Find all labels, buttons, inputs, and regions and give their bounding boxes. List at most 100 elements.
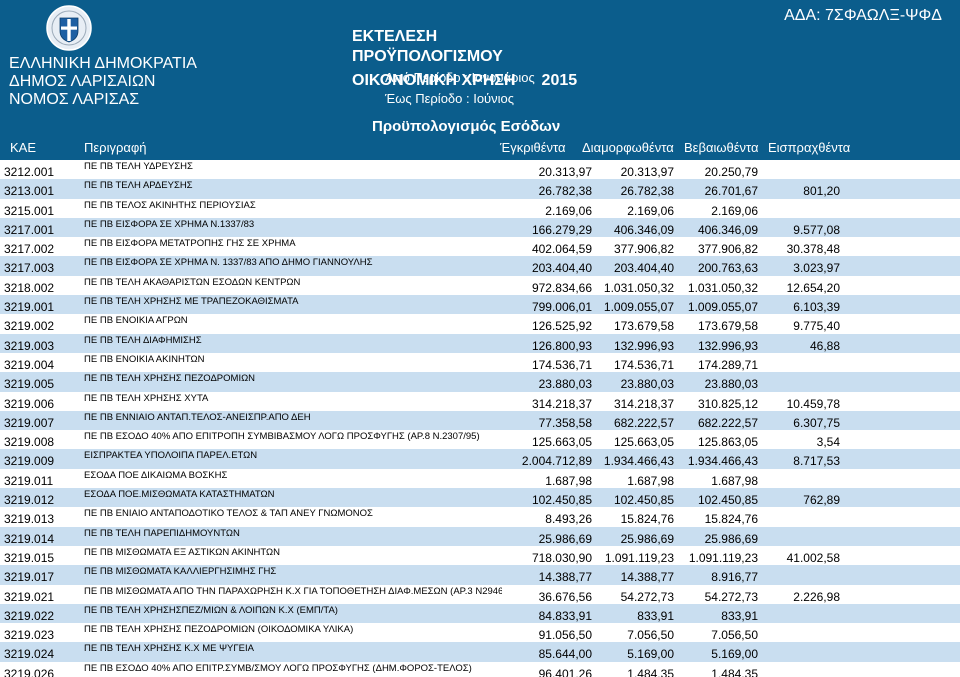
row-certified: 54.272,73 (704, 589, 758, 604)
row-certified: 20.250,79 (704, 165, 758, 179)
row-description: ΠΕ ΠΒ ΜΙΣΘΩΜΑΤΑ ΕΞ ΑΣΤΙΚΩΝ ΑΚΙΝΗΤΩΝ (84, 546, 281, 558)
table-row: 3219.022 ΠΕ ΠΒ ΤΕΛΗ ΧΡΗΣΗΣΠΕΖ/ΜΙΩΝ & ΛΟΙΠ… (0, 603, 960, 624)
row-description: ΠΕ ΠΒ ΤΕΛΗ ΧΡΗΣΗΣ ΧΥΤΑ (84, 392, 209, 404)
report-subtitle: Προϋπολογισμός Εσόδων (372, 118, 561, 135)
row-formed: 7.056,50 (627, 628, 674, 643)
row-code: 3219.003 (4, 338, 55, 353)
row-description: ΠΕ ΠΒ ΤΕΛΗ ΑΡΔΕΥΣΗΣ (84, 180, 193, 192)
table-row: 3219.017 ΠΕ ΠΒ ΜΙΣΘΩΜΑΤΑ ΚΑΛΛΙΕΡΓΗΣΙΜΗΣ Γ… (0, 565, 960, 585)
table-row: 3219.005 ΠΕ ΠΒ ΤΕΛΗ ΧΡΗΣΗΣ ΠΕΖΟΔΡΟΜΙΩΝ 23.… (0, 372, 960, 392)
row-certified: 833,91 (721, 608, 758, 623)
row-formed: 5.169,00 (627, 647, 674, 662)
row-code: 3219.007 (4, 415, 55, 430)
row-certified: 2.169,06 (711, 203, 758, 218)
period-range: Από Περίοδο : Ιανουάριος Έως Περίοδο : Ι… (385, 67, 535, 109)
row-approved: 2.169,06 (545, 203, 592, 218)
row-approved: 2.004.712,89 (521, 454, 592, 469)
table-row: 3219.021 ΠΕ ΠΒ ΜΙΣΘΩΜΑΤΑ ΑΠΟ ΤΗΝ ΠΑΡΑΧΩΡΗ… (0, 584, 960, 604)
row-certified: 15.824,76 (704, 512, 758, 527)
row-approved: 166.279,29 (531, 222, 592, 237)
table-row: 3219.011 ΕΣΟΔΑ ΠΟΕ ΔΙΚΑΙΩΜΑ ΒΟΣΚΗΣ 1.687,9… (0, 468, 960, 489)
row-formed: 314.218,37 (613, 396, 674, 411)
row-approved: 26.782,38 (538, 184, 592, 199)
row-description: ΠΕ ΠΒ ΤΕΛΟΣ ΑΚΙΝΗΤΗΣ ΠΕΡΙΟΥΣΙΑΣ (84, 199, 256, 211)
row-description: ΕΙΣΠΡΑΚΤΕΑ ΥΠΟΛΟΙΠΑ ΠΑΡΕΛ.ΕΤΩΝ (84, 450, 258, 462)
row-collected: 41.002,58 (786, 550, 840, 565)
greek-emblem-icon (46, 5, 92, 51)
row-approved: 125.663,05 (531, 435, 592, 450)
row-collected: 30.378,48 (786, 242, 840, 257)
table-row: 3219.004 ΠΕ ΠΒ ΕΝΟΙΚΙΑ ΑΚΙΝΗΤΩΝ 174.536,71… (0, 352, 960, 373)
row-collected: 8.717,53 (793, 454, 840, 469)
row-code: 3219.002 (4, 319, 55, 334)
row-collected: 6.307,75 (793, 415, 840, 430)
row-certified: 1.934.466,43 (687, 454, 758, 469)
row-certified: 102.450,85 (697, 493, 758, 508)
row-code: 3219.014 (4, 531, 55, 546)
table-row: 3219.015 ΠΕ ΠΒ ΜΙΣΘΩΜΑΤΑ ΕΞ ΑΣΤΙΚΩΝ ΑΚΙΝΗ… (0, 545, 960, 566)
row-collected: 762,89 (803, 493, 840, 508)
row-description: ΠΕ ΠΒ ΕΙΣΦΟΡΑ ΣΕ ΧΡΗΜΑ Ν.1337/83 (84, 218, 255, 230)
row-description: ΠΕ ΠΒ ΜΙΣΘΩΜΑΤΑ ΚΑΛΛΙΕΡΓΗΣΙΜΗΣ ΓΗΣ (84, 566, 277, 578)
row-formed: 682.222,57 (613, 415, 674, 430)
table-row: 3219.008 ΠΕ ΠΒ ΕΣΟΔΟ 40% ΑΠΟ ΕΠΙΤΡΟΠΗ ΣΥΜ… (0, 430, 960, 450)
row-formed: 132.996,93 (613, 338, 674, 353)
row-formed: 1.031.050,32 (603, 280, 674, 295)
table-row: 3219.024 ΠΕ ΠΒ ΤΕΛΗ ΧΡΗΣΗΣ Κ.Χ ΜΕ ΨΥΓΕΙΑ 8… (0, 642, 960, 662)
table-row: 3212.001 ΠΕ ΠΒ ΤΕΛΗ ΥΔΡΕΥΣΗΣ 20.313,97 20.3… (0, 160, 960, 180)
row-description: ΠΕ ΠΒ ΤΕΛΗ ΧΡΗΣΗΣ ΠΕΖΟΔΡΟΜΙΩΝ (ΟΙΚΟΔΟΜΙΚ… (84, 624, 354, 636)
row-collected: 801,20 (803, 184, 840, 199)
row-description: ΠΕ ΠΒ ΕΝΟΙΚΙΑ ΑΓΡΩΝ (84, 315, 188, 327)
row-formed: 1.484,35 (627, 666, 674, 677)
row-approved: 1.687,98 (545, 473, 592, 488)
row-approved: 174.536,71 (531, 357, 592, 372)
column-description: Περιγραφή (84, 140, 147, 155)
table-row: 3219.013 ΠΕ ΠΒ ΕΝΙΑΙΟ ΑΝΤΑΠΟΔΟΤΙΚΟ ΤΕΛΟΣ … (0, 507, 960, 527)
row-collected: 10.459,78 (786, 396, 840, 411)
table-row: 3219.023 ΠΕ ΠΒ ΤΕΛΗ ΧΡΗΣΗΣ ΠΕΖΟΔΡΟΜΙΩΝ (Ο… (0, 623, 960, 643)
row-code: 3219.024 (4, 647, 55, 662)
row-code: 3219.005 (4, 377, 55, 392)
row-code: 3219.004 (4, 357, 55, 372)
row-code: 3219.001 (4, 300, 55, 315)
row-description: ΠΕ ΠΒ ΕΙΣΦΟΡΑ ΣΕ ΧΡΗΜΑ Ν. 1337/83 ΑΠΟ ΔΗ… (84, 257, 373, 269)
table-row: 3219.003 ΠΕ ΠΒ ΤΕΛΗ ΔΙΑΦΗΜΙΣΗΣ 126.800,93 1… (0, 333, 960, 353)
ada-code: ΑΔΑ: 7ΣΦΑΩΛΞ-ΨΦΔ (784, 7, 942, 24)
issuer-line: ΝΟΜΟΣ ΛΑΡΙΣΑΣ (9, 91, 140, 108)
row-formed: 174.536,71 (613, 357, 674, 372)
report-title: ΕΚΤΕΛΕΣΗ ΠΡΟΫΠΟΛΟΓΙΣΜΟΥ (352, 28, 503, 65)
row-certified: 406.346,09 (697, 222, 758, 237)
row-description: ΠΕ ΠΒ ΤΕΛΗ ΔΙΑΦΗΜΙΣΗΣ (84, 334, 202, 346)
row-code: 3219.011 (4, 473, 54, 488)
row-formed: 14.388,77 (620, 570, 674, 585)
row-code: 3219.009 (4, 454, 55, 469)
column-approved: Έγκριθέντα (500, 140, 566, 155)
table-row: 3219.026 ΠΕ ΠΒ ΕΣΟΔΟ 40% ΑΠΟ ΕΠΙΤΡ.ΣΥΜΒ/Σ… (0, 661, 960, 677)
row-collected: 46,88 (809, 338, 840, 353)
column-formed: Διαμορφωθέντα (582, 140, 674, 155)
table-row: 3219.012 ΕΣΟΔΑ ΠΟΕ.ΜΙΣΘΩΜΑΤΑ ΚΑΤΑΣΤΗΜΑΤΩΝ… (0, 488, 960, 508)
row-code: 3219.006 (4, 396, 55, 411)
row-certified: 1.009.055,07 (687, 300, 758, 315)
row-description: ΠΕ ΠΒ ΤΕΛΗ ΑΚΑΘΑΡΙΣΤΩΝ ΕΣΟΔΩΝ ΚΕΝΤΡΩΝ (84, 276, 301, 288)
row-formed: 26.782,38 (620, 184, 674, 199)
row-certified: 5.169,00 (711, 647, 758, 662)
row-formed: 20.313,97 (620, 165, 674, 179)
row-description: ΠΕ ΠΒ ΤΕΛΗ ΠΑΡΕΠΙΔΗΜΟΥΝΤΩΝ (84, 527, 240, 539)
row-description: ΕΣΟΔΑ ΠΟΕ.ΜΙΣΘΩΜΑΤΑ ΚΑΤΑΣΤΗΜΑΤΩΝ (84, 489, 275, 501)
row-formed: 1.934.466,43 (603, 454, 674, 469)
row-certified: 174.289,71 (697, 357, 758, 372)
row-approved: 96.401,26 (538, 666, 592, 677)
row-collected: 9.577,08 (793, 222, 840, 237)
row-certified: 7.056,50 (711, 628, 758, 643)
row-certified: 173.679,58 (697, 319, 758, 334)
row-approved: 23.880,03 (538, 377, 592, 392)
column-code: ΚΑΕ (10, 140, 37, 155)
row-approved: 718.030,90 (531, 550, 592, 565)
row-collected: 3,54 (816, 435, 840, 450)
row-formed: 173.679,58 (613, 319, 674, 334)
row-formed: 833,91 (637, 608, 674, 623)
table-row: 3218.002 ΠΕ ΠΒ ΤΕΛΗ ΑΚΑΘΑΡΙΣΤΩΝ ΕΣΟΔΩΝ ΚΕ… (0, 275, 960, 296)
row-description: ΠΕ ΠΒ ΤΕΛΗ ΧΡΗΣΗΣ ΜΕ ΤΡΑΠΕΖΟΚΑΘΙΣΜΑΤΑ (84, 296, 299, 308)
row-code: 3217.003 (4, 261, 55, 276)
